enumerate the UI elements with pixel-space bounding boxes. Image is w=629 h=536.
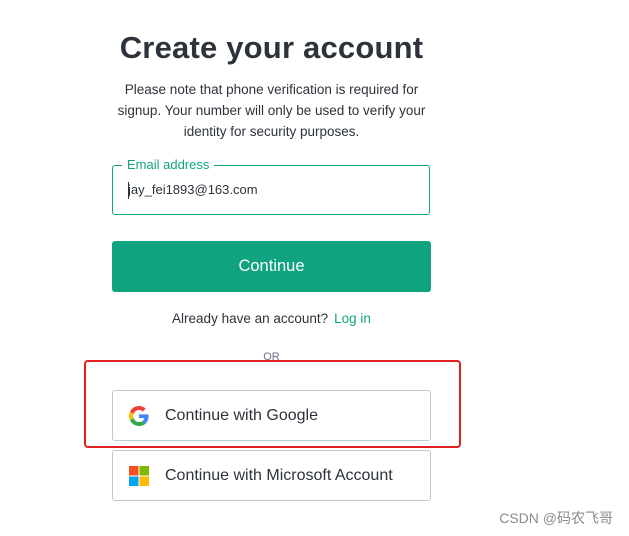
login-prompt: Already have an account? bbox=[172, 311, 329, 326]
google-login-label: Continue with Google bbox=[165, 407, 318, 424]
text-caret bbox=[128, 182, 129, 199]
email-field[interactable]: Email address bbox=[112, 156, 430, 215]
page-subtitle: Please note that phone verification is r… bbox=[117, 82, 426, 139]
google-login-button[interactable]: Continue with Google bbox=[112, 390, 431, 441]
microsoft-login-label: Continue with Microsoft Account bbox=[165, 467, 393, 484]
page-title: Create your account bbox=[119, 30, 424, 65]
login-row: Already have an account? Log in bbox=[0, 311, 543, 326]
csdn-watermark: CSDN @码农飞哥 bbox=[499, 510, 613, 526]
or-divider: OR bbox=[263, 351, 280, 363]
microsoft-icon bbox=[129, 466, 149, 486]
microsoft-login-button[interactable]: Continue with Microsoft Account bbox=[112, 450, 431, 501]
login-link[interactable]: Log in bbox=[334, 311, 371, 326]
email-field-label: Email address bbox=[122, 156, 215, 174]
google-icon bbox=[129, 406, 149, 426]
signup-page: Create your account Please note that pho… bbox=[0, 0, 629, 536]
email-input[interactable] bbox=[128, 179, 418, 201]
continue-button[interactable]: Continue bbox=[112, 241, 431, 292]
